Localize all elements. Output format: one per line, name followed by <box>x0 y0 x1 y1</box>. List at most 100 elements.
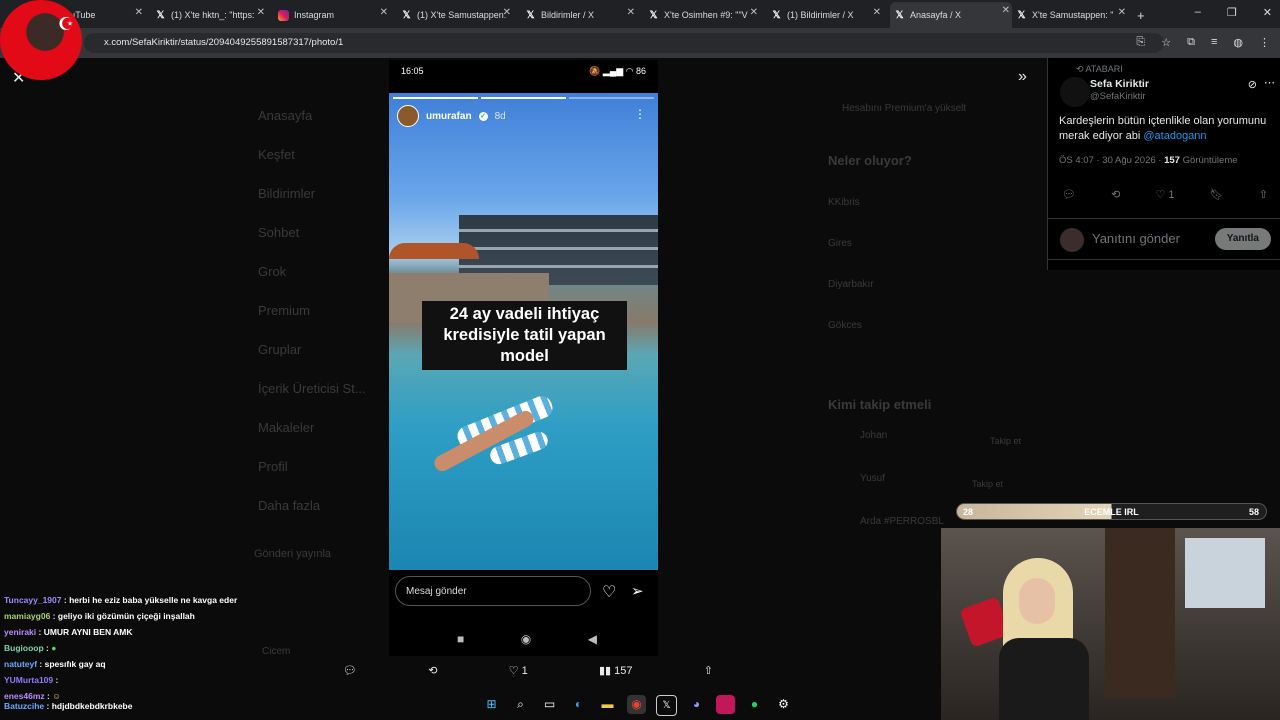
nav-item: Keşfet <box>258 147 295 162</box>
tab-instagram[interactable]: Instagram ✕ <box>278 4 390 26</box>
tab-bildirimler-2[interactable]: 𝕏 (1) Bildirimler / X ✕ <box>771 4 883 26</box>
nav-item: Grok <box>258 264 287 279</box>
close-tab-icon[interactable]: ✕ <box>1002 5 1010 16</box>
maximize-button[interactable]: ❐ <box>1227 6 1237 19</box>
address-bar-row: x.com/SefaKiriktir/status/20940492558915… <box>0 28 1280 58</box>
x-icon: 𝕏 <box>526 9 535 21</box>
x-icon: 𝕏 <box>649 9 658 21</box>
new-tab-button[interactable]: + <box>1137 4 1151 26</box>
media-controls-icon[interactable]: ≡ <box>1211 36 1217 49</box>
story-header: umurafan ✓ 8d <box>397 105 506 127</box>
trend-item: Diyarbakır <box>828 279 874 290</box>
taskbar-icons: ⊞ ⌕ ▭ ◐ ▬ ◉ 𝕏 ◕ ● ⚙ <box>482 695 793 716</box>
tweet-panel: ⟲ ATABARI Sefa Kiriktir @SefaKiriktir ⊘ … <box>1047 58 1280 270</box>
chrome-icon[interactable]: ◉ <box>627 695 646 714</box>
x-icon: 𝕏 <box>1017 9 1026 21</box>
profile-icon[interactable]: ◍ <box>1233 36 1243 49</box>
view-count: 157 <box>1164 155 1180 166</box>
author-handle[interactable]: @SefaKiriktir <box>1090 91 1146 102</box>
tab-x-samustappen-2[interactable]: 𝕏 X'te Samustappen: " ✕ <box>1016 4 1128 26</box>
minimize-button[interactable]: – <box>1195 6 1201 19</box>
tab-x-hktn[interactable]: 𝕏 (1) X'te hktn_: "https: ✕ <box>155 4 267 26</box>
share-icon[interactable]: ⇧ <box>1259 188 1268 201</box>
browser-tab-bar: YouTube ✕ 𝕏 (1) X'te hktn_: "https: ✕ In… <box>0 0 1280 28</box>
close-tab-icon[interactable]: ✕ <box>380 7 388 18</box>
crescent-star-icon: ☪ <box>57 14 74 34</box>
nav-item: Makaleler <box>258 420 315 435</box>
menu-icon[interactable]: ⋮ <box>1259 36 1270 49</box>
discord-icon[interactable]: ◕ <box>687 695 706 714</box>
chat-message: Bugiooop : ● <box>4 643 57 653</box>
x-app-icon[interactable]: 𝕏 <box>656 695 677 716</box>
search-icon[interactable]: ⌕ <box>511 695 530 714</box>
grok-icon[interactable]: ⊘ <box>1248 78 1257 91</box>
bookmark-icon[interactable]: 🔖︎ <box>1210 188 1224 201</box>
expand-panel-icon[interactable]: » <box>1018 68 1027 86</box>
follow-suggestion: Johan <box>860 430 888 441</box>
file-explorer-icon[interactable]: ▬ <box>598 695 617 714</box>
android-nav-bar: ■ ◉ ◀ <box>457 632 597 646</box>
avatar <box>1060 228 1084 252</box>
chat-message: mamiayg06 : geliyo iki gözümün çiçeği in… <box>4 611 195 621</box>
chat-message: YUMurta109 : <box>4 675 59 685</box>
chat-message: yeniraki : UMUR AYNI BEN AMK <box>4 627 133 637</box>
tweet-actions: 💬︎ ⟲ ♡ 1 🔖︎ ⇧ <box>1062 188 1268 201</box>
close-tab-icon[interactable]: ✕ <box>1118 7 1126 18</box>
avatar[interactable] <box>1060 77 1090 107</box>
bookmark-star-icon[interactable]: ☆ <box>1161 36 1171 49</box>
reply-input[interactable]: Yanıtını gönder <box>1092 231 1180 246</box>
chat-message: natuteyf : spesıfık gay aq <box>4 659 106 669</box>
views-button[interactable]: ▮▮ 157 <box>599 664 633 677</box>
reply-icon[interactable]: 💬︎ <box>343 664 357 677</box>
x-icon: 𝕏 <box>402 9 411 21</box>
close-window-button[interactable]: ✕ <box>1263 6 1272 19</box>
nav-item: Anasayfa <box>258 108 313 123</box>
more-icon[interactable]: ⋯ <box>1264 76 1275 89</box>
retweet-icon[interactable]: ⟲ <box>428 664 437 677</box>
tab-x-osimhen[interactable]: 𝕏 X'te Osimhen #9: ""V ✕ <box>648 4 760 26</box>
author-name[interactable]: Sefa Kiriktir <box>1090 78 1149 90</box>
follow-suggestion: Yusuf <box>860 473 886 484</box>
toolbar-icons: ⎘ ☆ ⧉ ≡ ◍ ⋮ <box>1136 36 1270 49</box>
install-app-icon[interactable]: ⎘ <box>1136 36 1145 49</box>
window-controls: – ❐ ✕ <box>1195 6 1272 19</box>
windows-start-icon[interactable]: ⊞ <box>482 695 501 714</box>
reply-button[interactable]: Yanıtla <box>1214 228 1271 250</box>
story-image: umurafan ✓ 8d ⋮ 24 ay vadeli ihtiyaç kre… <box>389 93 658 570</box>
like-button[interactable]: ♡ 1 <box>509 664 528 677</box>
spotify-icon[interactable]: ● <box>745 695 764 714</box>
settings-icon[interactable]: ⚙ <box>774 695 793 714</box>
edge-icon[interactable]: ◐ <box>569 695 588 714</box>
url-field[interactable]: x.com/SefaKiriktir/status/20940492558915… <box>84 33 1164 53</box>
app-icon[interactable] <box>716 695 735 714</box>
retweet-icon[interactable]: ⟲ <box>1111 188 1120 201</box>
premium-banner: Hesabını Premium'a yükselt <box>842 103 967 114</box>
close-tab-icon[interactable]: ✕ <box>503 7 511 18</box>
close-tab-icon[interactable]: ✕ <box>750 7 758 18</box>
tab-anasayfa[interactable]: 𝕏 Anasayfa / X ✕ <box>890 2 1012 28</box>
trend-item: KKibris <box>828 197 860 208</box>
trend-item: Gires <box>828 238 852 249</box>
tweet-text: Kardeşlerin bütün içtenlikle olan yorumu… <box>1059 115 1267 142</box>
story-time: 8d <box>494 110 506 122</box>
recents-icon: ■ <box>457 632 465 646</box>
close-tab-icon[interactable]: ✕ <box>135 7 143 18</box>
tab-bildirimler[interactable]: 𝕏 Bildirimler / X ✕ <box>525 4 637 26</box>
phone-time: 16:05 <box>401 66 424 76</box>
close-tab-icon[interactable]: ✕ <box>257 7 265 18</box>
close-tab-icon[interactable]: ✕ <box>627 7 635 18</box>
tab-label: Instagram <box>294 10 335 20</box>
x-icon: 𝕏 <box>895 9 904 21</box>
tab-x-samustappen[interactable]: 𝕏 (1) X'te Samustappen: ✕ <box>401 4 513 26</box>
streamer-face <box>1019 578 1055 624</box>
extensions-icon[interactable]: ⧉ <box>1187 36 1195 49</box>
mention-link[interactable]: @atadogann <box>1143 130 1206 142</box>
like-button[interactable]: ♡ 1 <box>1155 188 1174 201</box>
task-view-icon[interactable]: ▭ <box>540 695 559 714</box>
story-screenshot: 16:05 🔕 ▂▄▆ ◠ 86 umurafan ✓ 8d ⋮ 24 ay v… <box>389 60 658 656</box>
close-tab-icon[interactable]: ✕ <box>873 7 881 18</box>
nav-item: Profil <box>258 459 288 474</box>
reply-icon[interactable]: 💬︎ <box>1062 188 1076 201</box>
share-icon[interactable]: ⇧ <box>704 664 713 677</box>
instagram-icon <box>278 9 289 21</box>
